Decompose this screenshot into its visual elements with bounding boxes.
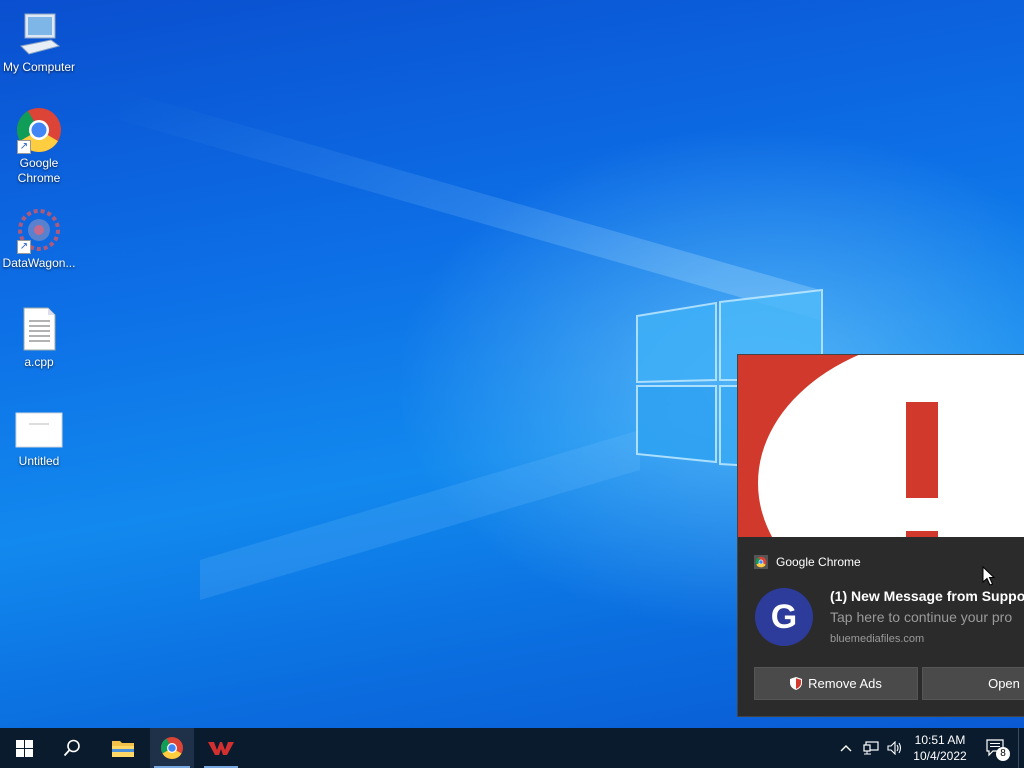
- chrome-icon: ↗: [15, 106, 63, 154]
- desktop-icon-label: My Computer: [2, 60, 76, 74]
- show-hidden-icons-button[interactable]: [836, 728, 856, 768]
- desktop-icon-a-cpp[interactable]: a.cpp: [1, 305, 77, 370]
- mouse-cursor-icon: [982, 566, 995, 586]
- network-icon: [863, 741, 879, 755]
- volume-button[interactable]: [884, 728, 906, 768]
- notification-avatar: G: [755, 588, 813, 646]
- computer-icon: [15, 10, 63, 58]
- desktop-icon-label: a.cpp: [24, 355, 54, 369]
- notification-app-header: Google Chrome: [754, 555, 861, 569]
- search-icon: [63, 739, 80, 757]
- image-file-icon: [15, 412, 63, 448]
- app-logo-icon: [208, 742, 234, 755]
- remove-ads-label: Remove Ads: [808, 676, 882, 691]
- notification-app-name: Google Chrome: [776, 555, 861, 569]
- open-button[interactable]: Open: [922, 667, 1024, 700]
- open-label: Open: [988, 676, 1020, 691]
- chrome-taskbar-button[interactable]: [150, 728, 194, 768]
- folder-icon: [112, 741, 134, 757]
- notification-count-badge: 8: [996, 747, 1010, 761]
- desktop-icon-my-computer[interactable]: My Computer: [1, 10, 77, 75]
- text-file-icon: [15, 305, 63, 353]
- notification-hero-image[interactable]: [738, 355, 1024, 537]
- desktop-icon-label: Untitled: [18, 454, 60, 468]
- speaker-icon: [887, 741, 902, 755]
- clock-time: 10:51 AM: [914, 733, 966, 747]
- shortcut-arrow-icon: ↗: [17, 240, 31, 254]
- network-button[interactable]: [860, 728, 882, 768]
- clock-date: 10/4/2022: [913, 749, 967, 763]
- app-taskbar-button[interactable]: [200, 728, 242, 768]
- desktop-icon-datawagon[interactable]: ↗ DataWagon...: [1, 206, 77, 271]
- chevron-up-icon: [840, 745, 852, 752]
- shield-icon: [790, 677, 803, 690]
- desktop-icon-untitled[interactable]: Untitled: [1, 412, 77, 469]
- notification-title: (1) New Message from Suppo: [830, 588, 1024, 604]
- taskbar: 10:51 AM 10/4/2022 8: [0, 728, 1024, 768]
- datawagon-icon: ↗: [15, 206, 63, 254]
- clock[interactable]: 10:51 AM 10/4/2022: [908, 728, 972, 768]
- notification-toast[interactable]: Google Chrome G (1) New Message from Sup…: [738, 355, 1024, 716]
- notification-source: bluemediafiles.com: [830, 633, 925, 645]
- chrome-icon: [161, 737, 183, 759]
- chrome-icon: [754, 555, 768, 569]
- remove-ads-button[interactable]: Remove Ads: [754, 667, 918, 700]
- desktop-icon-label: Google Chrome: [17, 156, 61, 185]
- start-button[interactable]: [0, 728, 48, 768]
- avatar-letter: G: [770, 597, 798, 636]
- shortcut-arrow-icon: ↗: [17, 140, 31, 154]
- show-desktop-button[interactable]: [1018, 728, 1024, 768]
- action-center-button[interactable]: 8: [978, 728, 1014, 768]
- desktop-icon-label: DataWagon...: [2, 256, 76, 270]
- notification-body: Tap here to continue your pro: [830, 609, 1013, 625]
- desktop[interactable]: My Computer ↗ Google Chrome ↗ DataWagon.…: [0, 0, 1024, 728]
- desktop-icon-google-chrome[interactable]: ↗ Google Chrome: [1, 106, 77, 186]
- windows-logo-icon: [15, 739, 33, 757]
- search-button[interactable]: [48, 728, 96, 768]
- file-explorer-button[interactable]: [100, 728, 146, 768]
